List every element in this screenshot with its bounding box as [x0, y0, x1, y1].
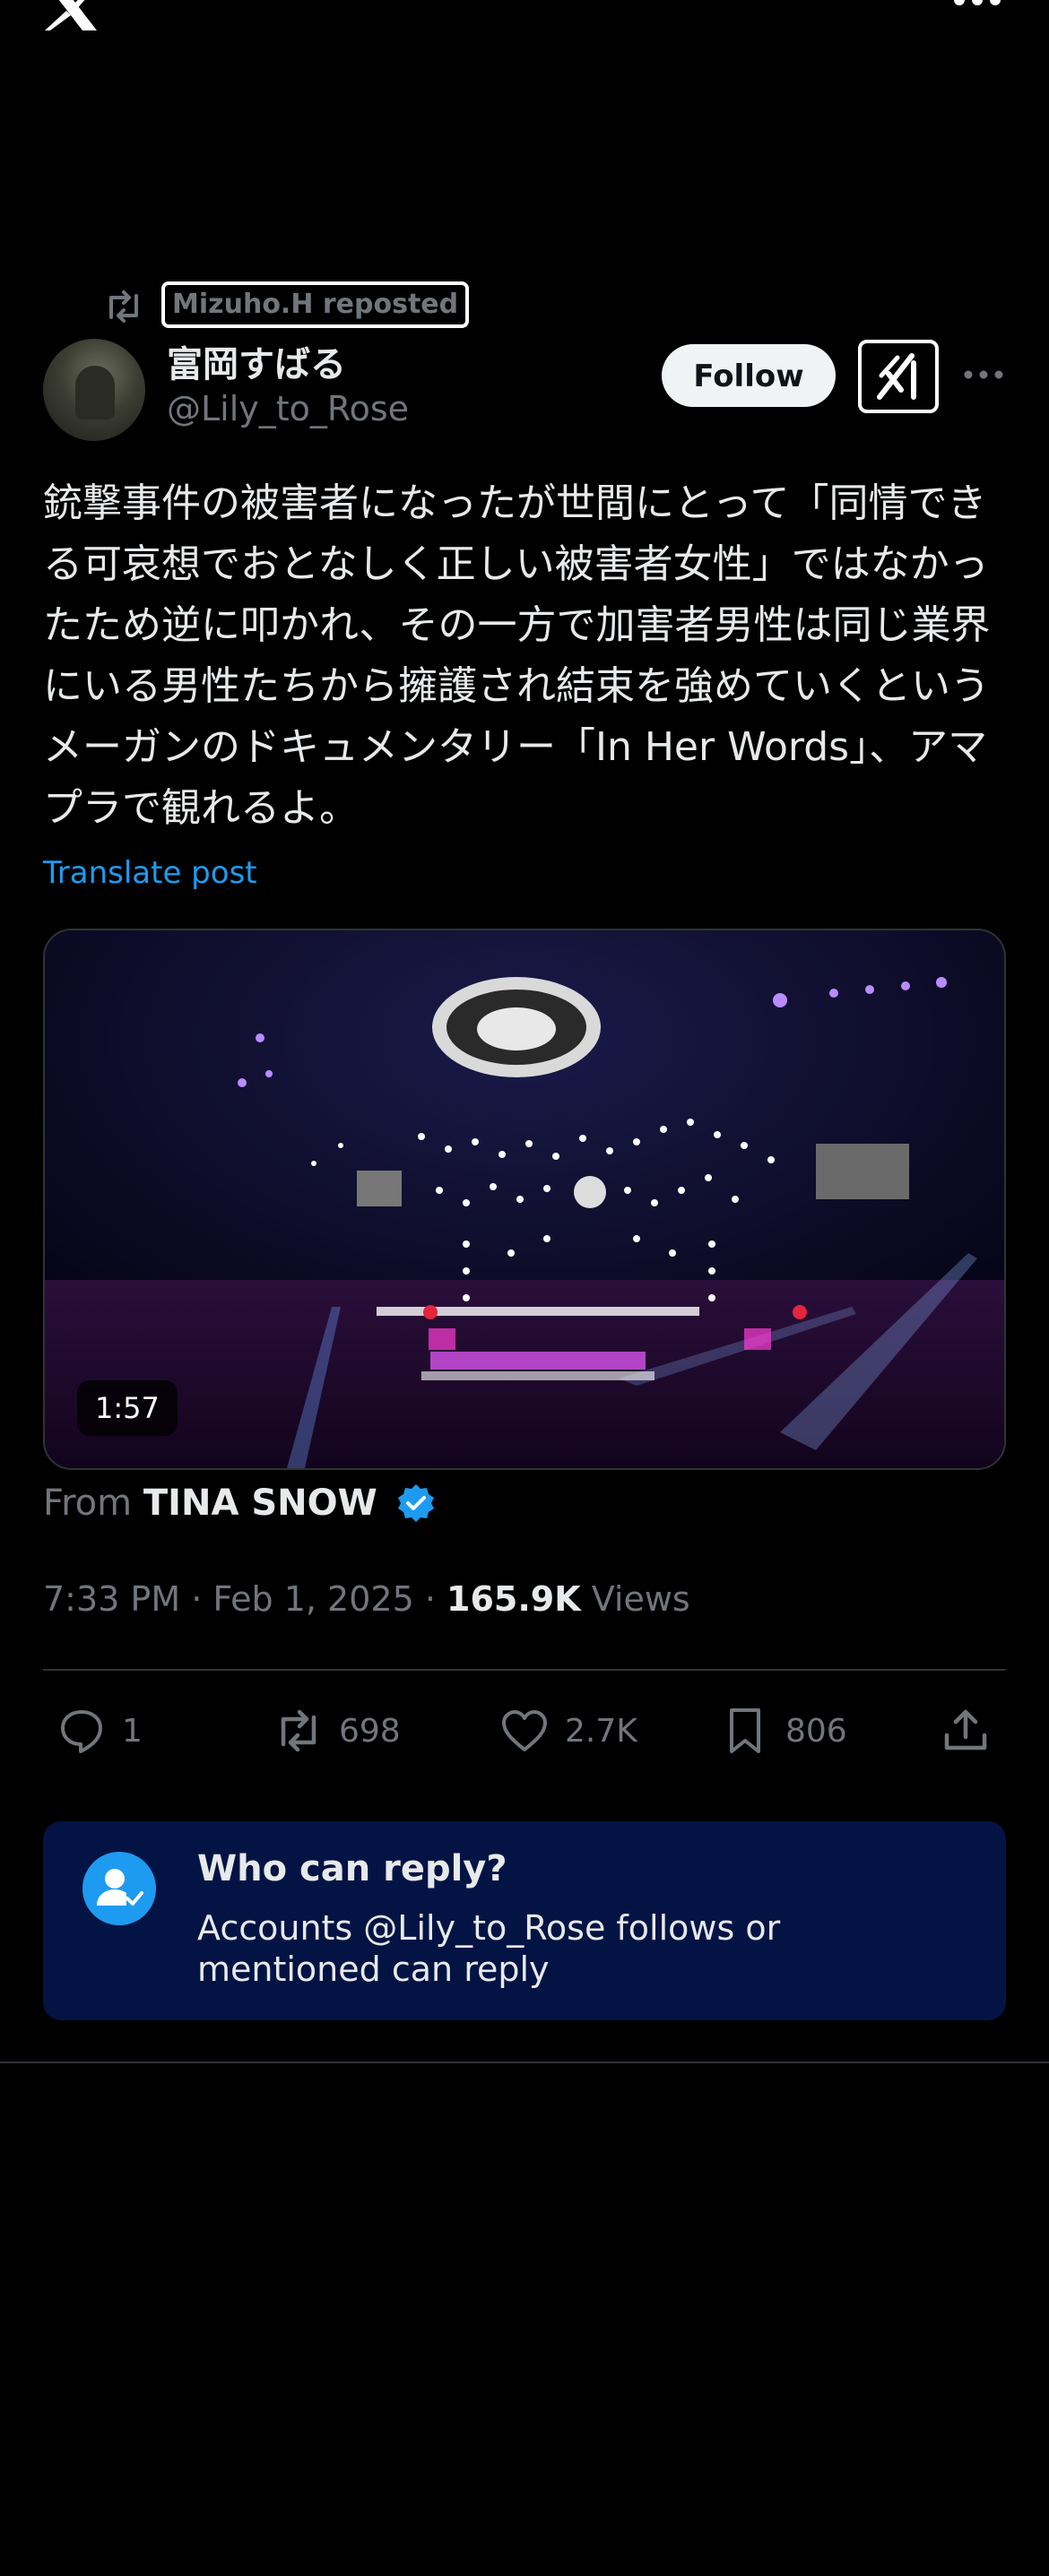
divider — [0, 2062, 1049, 2063]
grok-icon — [877, 353, 916, 400]
follow-button[interactable]: Follow — [662, 344, 836, 407]
views-label: Views — [580, 1579, 690, 1619]
bookmark-count: 806 — [785, 1712, 847, 1750]
reply-button[interactable]: 1 — [56, 1699, 143, 1762]
translate-post-link[interactable]: Translate post — [43, 855, 257, 891]
reply-restriction-description: Accounts @Lily_to_Rose follows or mentio… — [197, 1908, 781, 1989]
repost-icon — [281, 1709, 316, 1752]
heart-icon — [502, 1710, 547, 1751]
video-duration: 1:57 — [77, 1380, 178, 1436]
repost-button[interactable]: 698 — [273, 1699, 401, 1762]
tweet-more-icon[interactable] — [963, 366, 1004, 384]
video-player[interactable]: 1:57 — [43, 929, 1006, 1470]
reply-icon — [61, 1710, 102, 1753]
more-horizontal-icon[interactable] — [952, 0, 1002, 16]
author-display-name[interactable]: 富岡すばる — [167, 335, 346, 387]
reply-count: 1 — [122, 1712, 143, 1750]
grok-button[interactable] — [858, 340, 939, 413]
tweet-text: 銃撃事件の被害者になったが世間にとって「同情できる可哀想でおとなしく正しい被害者… — [43, 480, 991, 831]
repost-label[interactable]: Mizuho.H reposted — [161, 281, 470, 328]
reply-restriction-icon — [82, 1852, 156, 1925]
post-meta: 7:33 PM · Feb 1, 2025 · 165.9K Views — [43, 1579, 690, 1619]
bookmark-icon — [730, 1708, 760, 1753]
bookmark-button[interactable]: 806 — [719, 1699, 847, 1762]
share-icon — [944, 1709, 987, 1750]
avatar[interactable] — [43, 339, 145, 441]
video-thumbnail — [45, 930, 1004, 1468]
like-button[interactable]: 2.7K — [498, 1699, 637, 1762]
video-source-line[interactable]: From TINA SNOW — [43, 1482, 437, 1524]
reply-restriction-title: Who can reply? — [197, 1848, 507, 1889]
like-count: 2.7K — [565, 1712, 637, 1750]
x-logo-icon[interactable] — [43, 0, 100, 30]
repost-icon — [109, 290, 138, 323]
reply-restriction-card: Who can reply? Accounts @Lily_to_Rose fo… — [43, 1821, 1006, 2020]
person-check-icon — [97, 1869, 143, 1906]
video-source-prefix: From — [43, 1482, 133, 1524]
views-count: 165.9K — [446, 1579, 581, 1619]
video-source-name[interactable]: TINA SNOW — [143, 1482, 377, 1524]
divider — [43, 1669, 1006, 1671]
repost-count: 698 — [339, 1712, 401, 1750]
verified-badge-icon — [398, 1484, 435, 1522]
share-button[interactable] — [940, 1699, 1006, 1762]
author-handle[interactable]: @Lily_to_Rose — [167, 389, 409, 428]
post-timestamp[interactable]: 7:33 PM · Feb 1, 2025 · — [43, 1579, 446, 1619]
